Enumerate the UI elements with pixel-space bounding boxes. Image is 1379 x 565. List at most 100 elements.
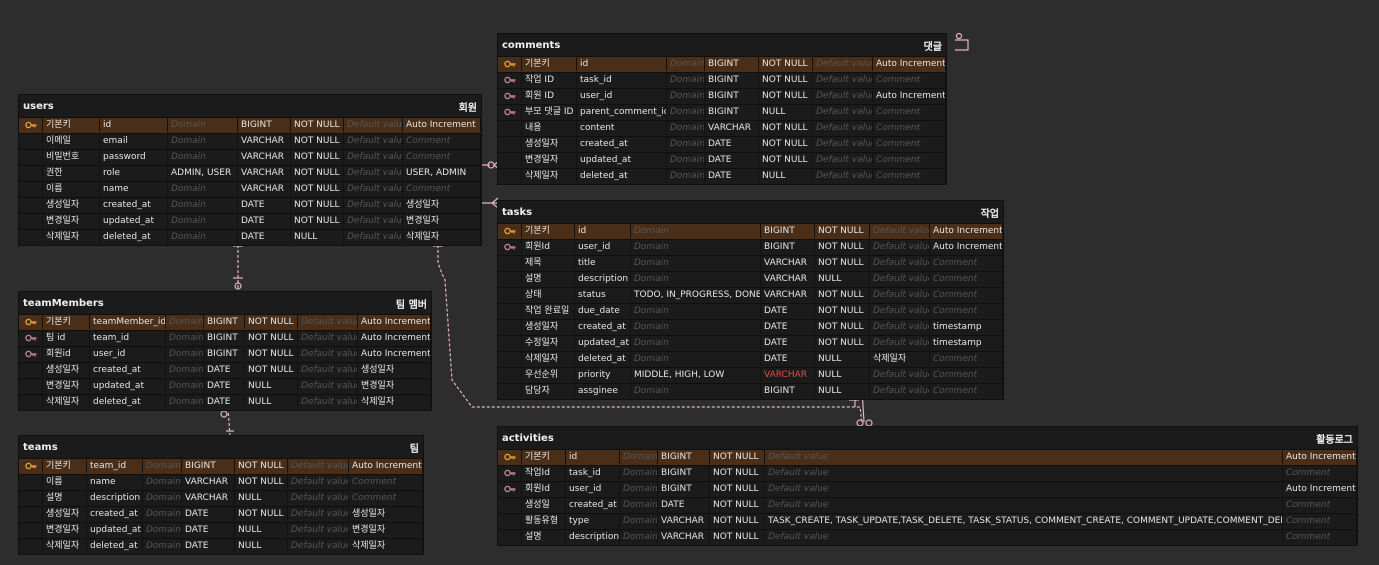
key-cell (19, 475, 43, 489)
table-row[interactable]: 이름 name Domain VARCHAR NOT NULL Default value… (19, 474, 423, 490)
cell-comment: Auto Increment (358, 315, 431, 329)
table-row[interactable]: 회원Id user_id Domain BIGINT NOT NULL Default v… (498, 481, 1357, 497)
cell-default: Default value (298, 331, 358, 345)
table-activities[interactable]: activities 활동로그 기본키 id Domain BIGINT NOT NULL D… (498, 427, 1357, 545)
table-row[interactable]: 생성일자 created_at Domain DATE NOT NULL Default … (19, 362, 431, 378)
table-tasks[interactable]: tasks 작업 기본키 id Domain BIGINT NOT NULL Default … (498, 201, 1003, 399)
table-row[interactable]: 삭제일자 deleted_at Domain DATE NULL Default valu… (19, 229, 481, 245)
cell-default: Default value (298, 395, 358, 409)
table-row[interactable]: 변경일자 updated_at Domain DATE NOT NULL Default … (19, 213, 481, 229)
table-row[interactable]: 활동유형 type Domain VARCHAR NOT NULL TASK_CREATE… (498, 513, 1357, 529)
table-row[interactable]: 삭제일자 deleted_at Domain DATE NULL Default valu… (498, 168, 946, 184)
table-row[interactable]: 수정일자 updated_at Domain DATE NOT NULL Default … (498, 335, 1003, 351)
table-row[interactable]: 생성일 created_at Domain DATE NOT NULL Default v… (498, 497, 1357, 513)
cell-comment: Auto Increment (873, 89, 946, 103)
table-logical-name: 댓글 (923, 41, 942, 53)
cell-default: Default value (765, 466, 1283, 480)
table-row[interactable]: 우선순위 priority MIDDLE, HIGH, LOW VARCHAR NULL… (498, 367, 1003, 383)
table-row[interactable]: 상태 status TODO, IN_PROGRESS, DONE VARCHAR NO… (498, 287, 1003, 303)
key-cell (498, 169, 522, 183)
table-row[interactable]: 삭제일자 deleted_at Domain DATE NULL Default valu… (19, 538, 423, 554)
table-row[interactable]: 내용 content Domain VARCHAR NOT NULL Default va… (498, 120, 946, 136)
table-row[interactable]: 기본키 id Domain BIGINT NOT NULL Default value Au… (19, 117, 481, 133)
table-row[interactable]: 변경일자 updated_at Domain DATE NOT NULL Default … (498, 152, 946, 168)
cell-domain: Domain (168, 150, 238, 164)
table-row[interactable]: 생성일자 created_at Domain DATE NOT NULL Default … (498, 136, 946, 152)
cell-type: DATE (705, 153, 759, 167)
cell-comment: 삭제일자 (403, 230, 481, 244)
primary-key-icon (498, 57, 522, 71)
table-teamMembers[interactable]: teamMembers 팀 멤버 기본키 teamMember_id Domain BIG… (19, 292, 431, 410)
cell-type: VARCHAR (658, 514, 710, 528)
table-row[interactable]: 이메일 email Domain VARCHAR NOT NULL Default val… (19, 133, 481, 149)
table-row[interactable]: 부모 댓글 ID parent_comment_id Domain BIGINT NUL… (498, 104, 946, 120)
table-row[interactable]: 비밀번호 password Domain VARCHAR NOT NULL Default… (19, 149, 481, 165)
table-row[interactable]: 회원id user_id Domain BIGINT NOT NULL Default v… (19, 346, 431, 362)
cell-comment: Auto Increment (358, 331, 431, 345)
table-row[interactable]: 회원Id user_id Domain BIGINT NOT NULL Default v… (498, 239, 1003, 255)
table-row[interactable]: 이름 name Domain VARCHAR NOT NULL Default value… (19, 181, 481, 197)
cell-nullable: NOT NULL (235, 459, 288, 473)
table-row[interactable]: 생성일자 created_at Domain DATE NOT NULL Default … (498, 319, 1003, 335)
cell-logical: 기본키 (43, 459, 87, 473)
cell-comment: Comment (1283, 514, 1357, 528)
table-comments[interactable]: comments 댓글 기본키 id Domain BIGINT NOT NULL Defau… (498, 34, 946, 184)
table-header[interactable]: teamMembers 팀 멤버 (19, 292, 431, 314)
cell-default: Default value (870, 368, 930, 382)
cell-physical: deleted_at (100, 230, 168, 244)
table-row[interactable]: 설명 description Domain VARCHAR NULL Default va… (19, 490, 423, 506)
table-header[interactable]: activities 활동로그 (498, 427, 1357, 449)
table-row[interactable]: 권한 role ADMIN, USER VARCHAR NOT NULL Default … (19, 165, 481, 181)
cell-logical: 삭제일자 (522, 352, 575, 366)
key-cell (19, 523, 43, 537)
table-header[interactable]: tasks 작업 (498, 201, 1003, 223)
cell-domain: Domain (631, 352, 761, 366)
table-row[interactable]: 생성일자 created_at Domain DATE NOT NULL Default … (19, 506, 423, 522)
table-row[interactable]: 삭제일자 deleted_at Domain DATE NULL 삭제일자 Comment (498, 351, 1003, 367)
cell-default: Default value (870, 272, 930, 286)
cell-type: DATE (761, 336, 815, 350)
cell-nullable: NULL (759, 105, 813, 119)
table-row[interactable]: 기본키 teamMember_id Domain BIGINT NOT NULL Defa… (19, 314, 431, 330)
key-cell (498, 272, 522, 286)
cell-default: Default value (344, 214, 403, 228)
table-row[interactable]: 작업Id task_id Domain BIGINT NOT NULL Default v… (498, 465, 1357, 481)
table-header[interactable]: teams 팀 (19, 436, 423, 458)
table-row[interactable]: 기본키 id Domain BIGINT NOT NULL Default value Au… (498, 223, 1003, 239)
table-row[interactable]: 변경일자 updated_at Domain DATE NULL Default valu… (19, 378, 431, 394)
cell-comment: Comment (930, 304, 1003, 318)
cell-type: DATE (761, 320, 815, 334)
table-users[interactable]: users 회원 기본키 id Domain BIGINT NOT NULL Default … (19, 95, 481, 245)
cell-type: VARCHAR (761, 288, 815, 302)
table-row[interactable]: 팀 id team_id Domain BIGINT NOT NULL Default v… (19, 330, 431, 346)
table-row[interactable]: 작업 ID task_id Domain BIGINT NOT NULL Default … (498, 72, 946, 88)
table-row[interactable]: 작업 완료일 due_date Domain DATE NOT NULL Default … (498, 303, 1003, 319)
table-row[interactable]: 기본키 id Domain BIGINT NOT NULL Default value Au… (498, 449, 1357, 465)
table-row[interactable]: 담당자 assginee Domain BIGINT NULL Default value… (498, 383, 1003, 399)
cell-physical: updated_at (577, 153, 667, 167)
cell-physical: password (100, 150, 168, 164)
table-header[interactable]: users 회원 (19, 95, 481, 117)
cell-comment: Comment (1283, 466, 1357, 480)
table-row[interactable]: 기본키 id Domain BIGINT NOT NULL Default value Au… (498, 56, 946, 72)
cell-nullable: NOT NULL (815, 336, 870, 350)
table-row[interactable]: 제목 title Domain VARCHAR NOT NULL Default valu… (498, 255, 1003, 271)
table-row[interactable]: 변경일자 updated_at Domain DATE NULL Default valu… (19, 522, 423, 538)
table-row[interactable]: 설명 description Domain VARCHAR NOT NULL Defaul… (498, 529, 1357, 545)
table-row[interactable]: 삭제일자 deleted_at Domain DATE NULL Default valu… (19, 394, 431, 410)
cell-comment: Comment (930, 272, 1003, 286)
cell-comment: Comment (873, 121, 946, 135)
cell-comment: Comment (403, 150, 481, 164)
cell-logical: 이름 (43, 475, 87, 489)
cell-default: Default value (870, 288, 930, 302)
key-cell (498, 530, 522, 544)
table-row[interactable]: 회원 ID user_id Domain BIGINT NOT NULL Default … (498, 88, 946, 104)
table-teams[interactable]: teams 팀 기본키 team_id Domain BIGINT NOT NULL Defa… (19, 436, 423, 554)
cell-type: BIGINT (761, 240, 815, 254)
table-row[interactable]: 생성일자 created_at Domain DATE NOT NULL Default … (19, 197, 481, 213)
table-header[interactable]: comments 댓글 (498, 34, 946, 56)
table-row[interactable]: 기본키 team_id Domain BIGINT NOT NULL Default va… (19, 458, 423, 474)
table-row[interactable]: 설명 description Domain VARCHAR NULL Default va… (498, 271, 1003, 287)
cell-nullable: NOT NULL (815, 256, 870, 270)
cell-logical: 수정일자 (522, 336, 575, 350)
